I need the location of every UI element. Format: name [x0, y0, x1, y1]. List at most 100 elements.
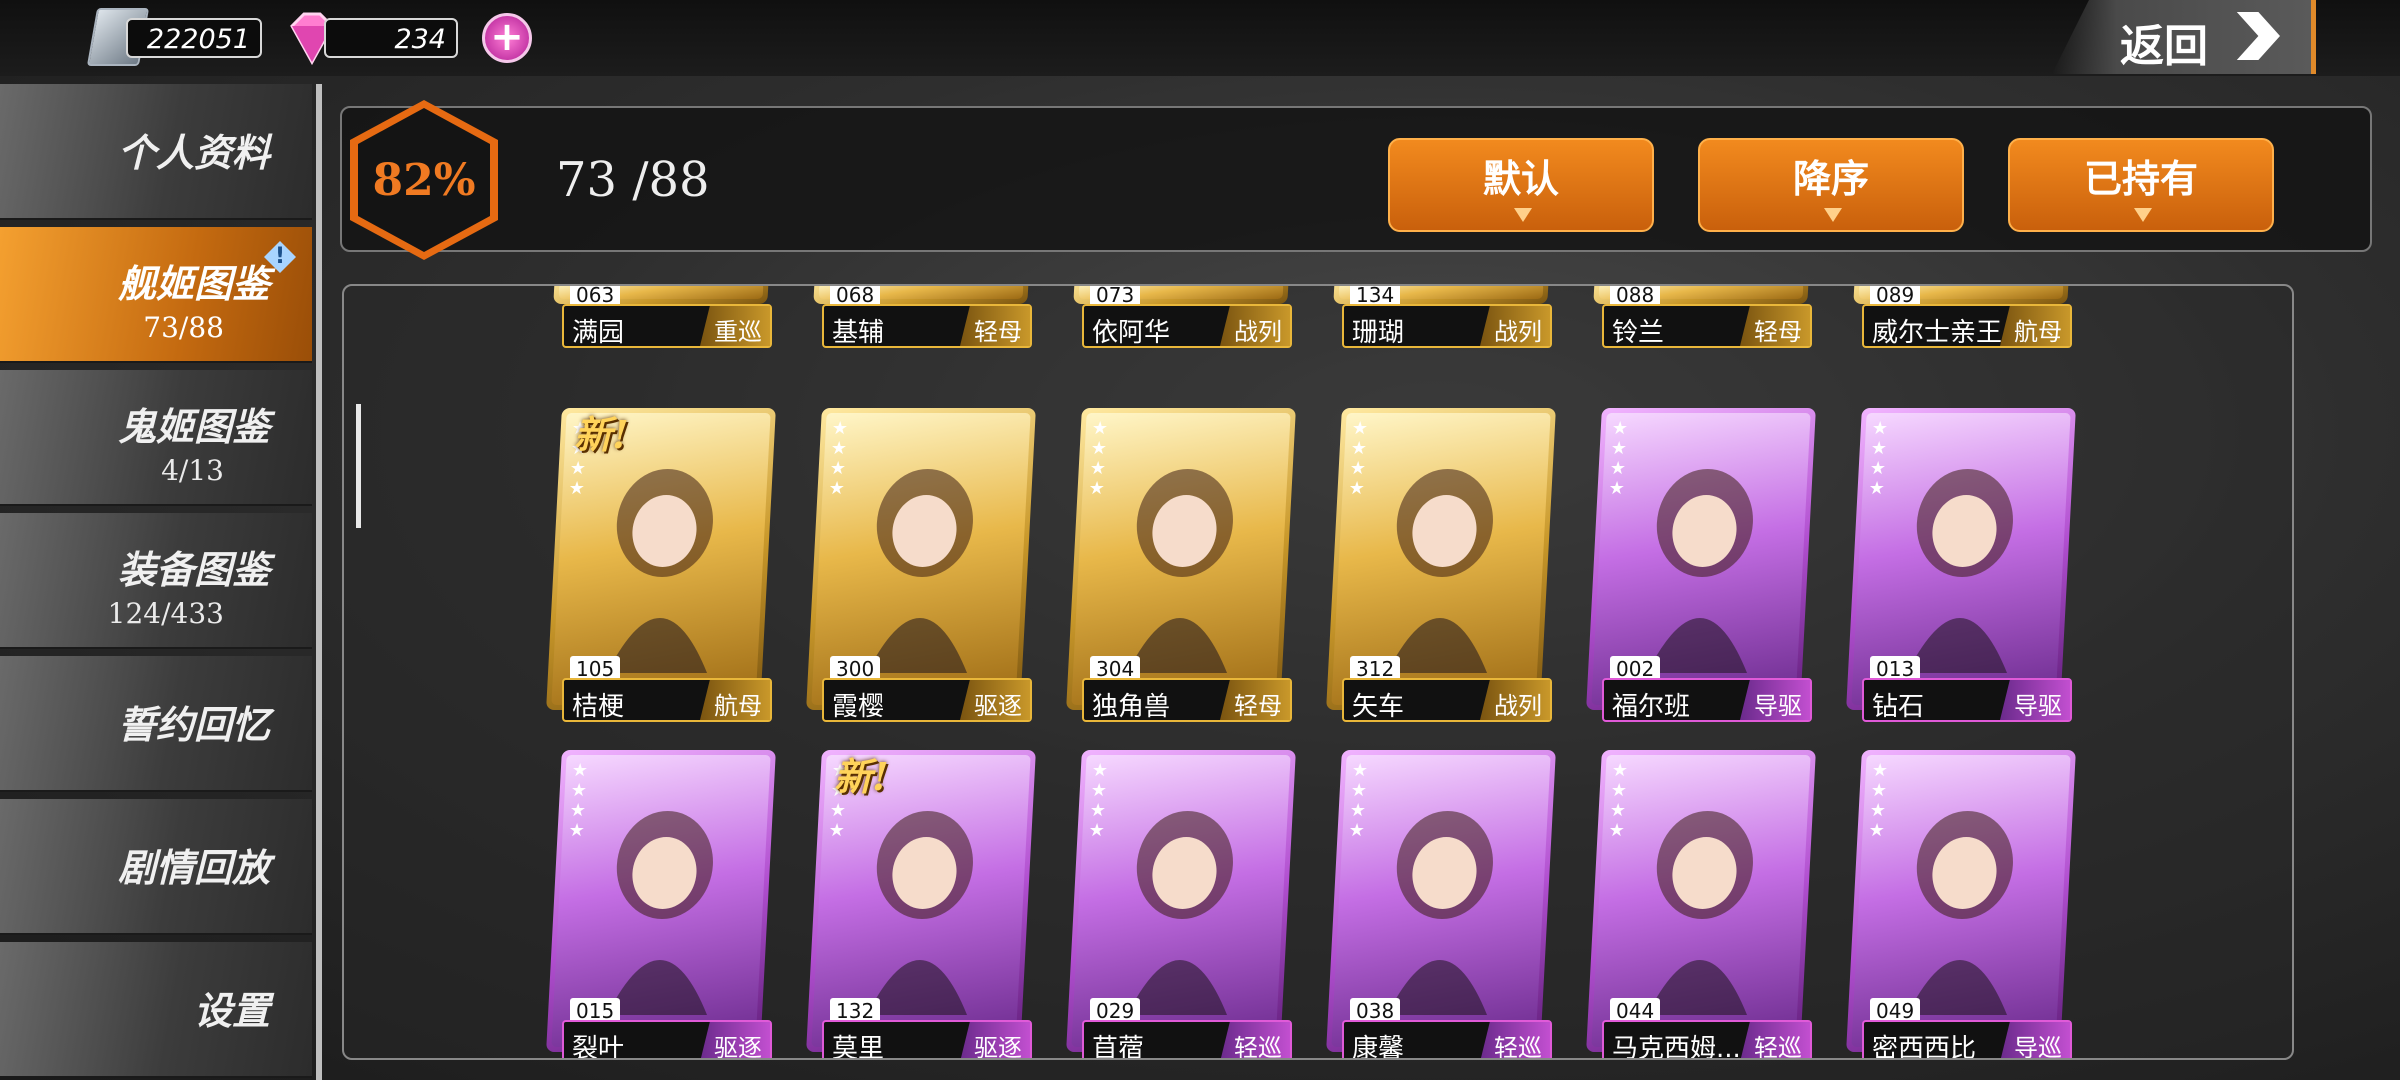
character-portrait: [1127, 811, 1233, 1015]
card-name: 康馨: [1352, 1034, 1405, 1060]
card-namebar: 威尔士亲王 航母: [1862, 304, 2072, 348]
new-badge: 新!: [574, 412, 629, 457]
back-button[interactable]: 返回: [2052, 0, 2316, 74]
character-portrait: [1387, 811, 1493, 1015]
character-portrait: [1907, 811, 2013, 1015]
card-name: 基辅: [832, 318, 885, 348]
character-portrait: [1647, 469, 1753, 673]
chevron-down-icon: [2134, 208, 2152, 222]
card-name: 桔梗: [572, 692, 625, 722]
sidebar-item-label: 设置: [193, 988, 270, 1033]
sidebar-item-count: 73/88: [143, 311, 224, 344]
owned-filter-dropdown[interactable]: 已持有: [2008, 138, 2274, 232]
card-namebar: 满园 重巡: [562, 304, 772, 348]
top-bar: 222051 234 + 返回: [0, 0, 2400, 76]
completion-percent: 82%: [372, 154, 476, 206]
sidebar-item-equipment-codex[interactable]: 装备图鉴 124/433: [0, 513, 312, 649]
card-type: 导驱: [1740, 680, 1810, 720]
character-portrait: [607, 469, 713, 673]
card-namebar: 独角兽 轻母: [1082, 678, 1292, 722]
star-icon: ★ ★ ★ ★: [1348, 760, 1369, 841]
card-type: 轻巡: [1740, 1022, 1810, 1058]
star-icon: ★ ★ ★ ★: [1608, 760, 1629, 841]
card-namebar: 基辅 轻母: [822, 304, 1032, 348]
sidebar-divider: [316, 84, 322, 1080]
character-portrait: [1127, 469, 1233, 673]
card-name: 霞樱: [832, 692, 885, 722]
sidebar-item-label: 鬼姬图鉴: [117, 404, 270, 449]
sidebar-item-shipgirl-codex[interactable]: ! 舰姬图鉴 73/88: [0, 227, 312, 363]
star-icon: ★ ★ ★ ★: [1868, 760, 1889, 841]
sidebar-item-oath-memories[interactable]: 誓约回忆: [0, 656, 312, 792]
card-namebar: 福尔班 导驱: [1602, 678, 1812, 722]
shipgirl-grid[interactable]: 063 满园 重巡 068 基辅 轻母 073 依阿华 战列 134 珊瑚 战列 088 铃兰 轻母 089 威…: [342, 284, 2294, 1060]
card-type: 轻巡: [1480, 1022, 1550, 1058]
card-type: 导巡: [2000, 1022, 2070, 1058]
scrollbar-handle[interactable]: [356, 404, 361, 528]
completion-badge: 82%: [350, 100, 498, 260]
card-name: 独角兽: [1092, 692, 1171, 722]
card-type: 轻母: [1740, 306, 1810, 346]
add-gems-button[interactable]: +: [482, 13, 532, 63]
card-namebar: 马克西姆... 轻巡: [1602, 1020, 1812, 1060]
card-namebar: 矢车 战列: [1342, 678, 1552, 722]
codex-header: 82% 73 /88 默认 降序 已持有: [340, 100, 2372, 260]
card-name: 裂叶: [572, 1034, 625, 1060]
star-icon: ★ ★ ★ ★: [1348, 418, 1369, 499]
card-name: 钻石: [1872, 692, 1925, 722]
card-type: 航母: [2000, 306, 2070, 346]
star-icon: ★ ★ ★ ★: [568, 760, 589, 841]
fuel-counter: 222051: [126, 18, 262, 58]
card-name: 依阿华: [1092, 318, 1171, 348]
sidebar-item-settings[interactable]: 设置: [0, 942, 312, 1078]
card-name: 苜蓿: [1092, 1034, 1145, 1060]
card-namebar: 霞樱 驱逐: [822, 678, 1032, 722]
chevron-down-icon: [1824, 208, 1842, 222]
card-name: 满园: [572, 318, 625, 348]
sidebar-item-story-replay[interactable]: 剧情回放: [0, 799, 312, 935]
card-name: 铃兰: [1612, 318, 1665, 348]
card-namebar: 密西西比 导巡: [1862, 1020, 2072, 1058]
back-label: 返回: [2120, 21, 2208, 72]
character-portrait: [867, 469, 973, 673]
card-type: 驱逐: [960, 680, 1030, 720]
gem-counter: 234: [324, 18, 458, 58]
dropdown-label: 降序: [1792, 157, 1869, 201]
star-icon: ★ ★ ★ ★: [1088, 418, 1109, 499]
collection-count: 73 /88: [556, 152, 710, 208]
sort-default-dropdown[interactable]: 默认: [1388, 138, 1654, 232]
character-portrait: [1387, 469, 1493, 673]
card-type: 航母: [700, 680, 770, 720]
sidebar-item-profile[interactable]: 个人资料: [0, 84, 312, 220]
character-portrait: [1907, 469, 2013, 673]
sidebar-item-label: 誓约回忆: [117, 702, 270, 747]
card-name: 福尔班: [1612, 692, 1691, 722]
card-namebar: 苜蓿 轻巡: [1082, 1020, 1292, 1060]
star-icon: ★ ★ ★ ★: [1608, 418, 1629, 499]
plus-icon: +: [490, 14, 524, 60]
sort-order-dropdown[interactable]: 降序: [1698, 138, 1964, 232]
character-portrait: [1647, 811, 1753, 1015]
character-portrait: [867, 811, 973, 1015]
sidebar: 个人资料 ! 舰姬图鉴 73/88 鬼姬图鉴 4/13 装备图鉴 124/433…: [0, 84, 316, 1080]
card-namebar: 莫里 驱逐: [822, 1020, 1032, 1058]
sidebar-item-label: 剧情回放: [117, 845, 270, 890]
card-name: 矢车: [1352, 692, 1405, 722]
card-type: 战列: [1480, 306, 1550, 346]
sidebar-item-count: 124/433: [107, 597, 224, 630]
card-namebar: 康馨 轻巡: [1342, 1020, 1552, 1060]
card-type: 驱逐: [960, 1022, 1030, 1058]
sidebar-item-label: 装备图鉴: [117, 547, 270, 592]
card-type: 导驱: [2000, 680, 2070, 720]
dropdown-label: 已持有: [2083, 157, 2198, 201]
card-type: 战列: [1220, 306, 1290, 346]
sidebar-item-ghost-codex[interactable]: 鬼姬图鉴 4/13: [0, 370, 312, 506]
card-name: 威尔士亲王: [1872, 318, 2003, 348]
card-namebar: 桔梗 航母: [562, 678, 772, 722]
card-name: 马克西姆...: [1612, 1034, 1741, 1060]
card-name: 珊瑚: [1352, 318, 1405, 348]
star-icon: ★ ★ ★ ★: [1868, 418, 1889, 499]
card-type: 轻母: [960, 306, 1030, 346]
card-namebar: 铃兰 轻母: [1602, 304, 1812, 348]
star-icon: ★ ★ ★ ★: [1088, 760, 1109, 841]
